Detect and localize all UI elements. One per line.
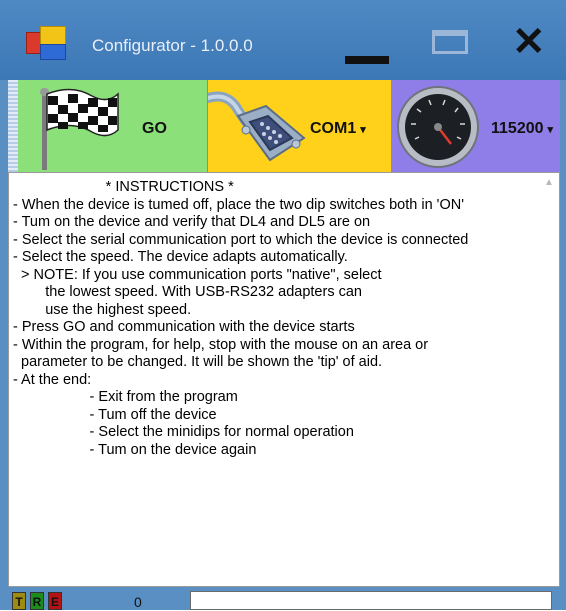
go-label: GO — [142, 120, 167, 137]
status-bar: T R E 0 — [8, 588, 560, 610]
scroll-up-icon[interactable]: ▲ — [544, 177, 554, 188]
app-icon — [26, 26, 68, 60]
maximize-button[interactable] — [428, 22, 476, 66]
minimize-button[interactable] — [345, 22, 393, 66]
port-selector[interactable]: COM1 ▾ — [208, 80, 391, 172]
instructions-text: * INSTRUCTIONS * - When the device is tu… — [13, 179, 469, 458]
tx-indicator: T — [12, 592, 26, 610]
error-indicator: E — [48, 592, 62, 610]
title-bar[interactable]: Configurator - 1.0.0.0 ✕ — [0, 0, 566, 80]
window-title: Configurator - 1.0.0.0 — [92, 36, 253, 55]
serial-connector-icon — [208, 91, 306, 162]
go-button[interactable]: GO — [18, 80, 208, 172]
packet-counter: 0 — [134, 594, 142, 610]
speed-value: 115200 ▾ — [491, 120, 554, 137]
checkered-flag-icon — [40, 88, 119, 170]
rx-indicator: R — [30, 592, 44, 610]
port-value: COM1 ▾ — [310, 120, 366, 137]
close-button[interactable]: ✕ — [512, 20, 560, 64]
speed-selector[interactable]: 115200 ▾ — [391, 80, 560, 172]
toolbar: GO COM1 ▾ 115200 ▾ — [8, 80, 560, 172]
chevron-down-icon: ▾ — [360, 124, 366, 136]
vertical-scrollbar[interactable]: ▲ — [541, 173, 559, 586]
chevron-down-icon: ▾ — [547, 124, 554, 136]
status-message-field — [190, 591, 552, 610]
speed-gauge-icon — [397, 86, 479, 168]
instructions-textbox[interactable]: * INSTRUCTIONS * - When the device is tu… — [8, 172, 560, 587]
app-window: Configurator - 1.0.0.0 ✕ GO COM1 ▾ 11520… — [0, 0, 566, 610]
toolbar-grip[interactable] — [8, 80, 18, 172]
